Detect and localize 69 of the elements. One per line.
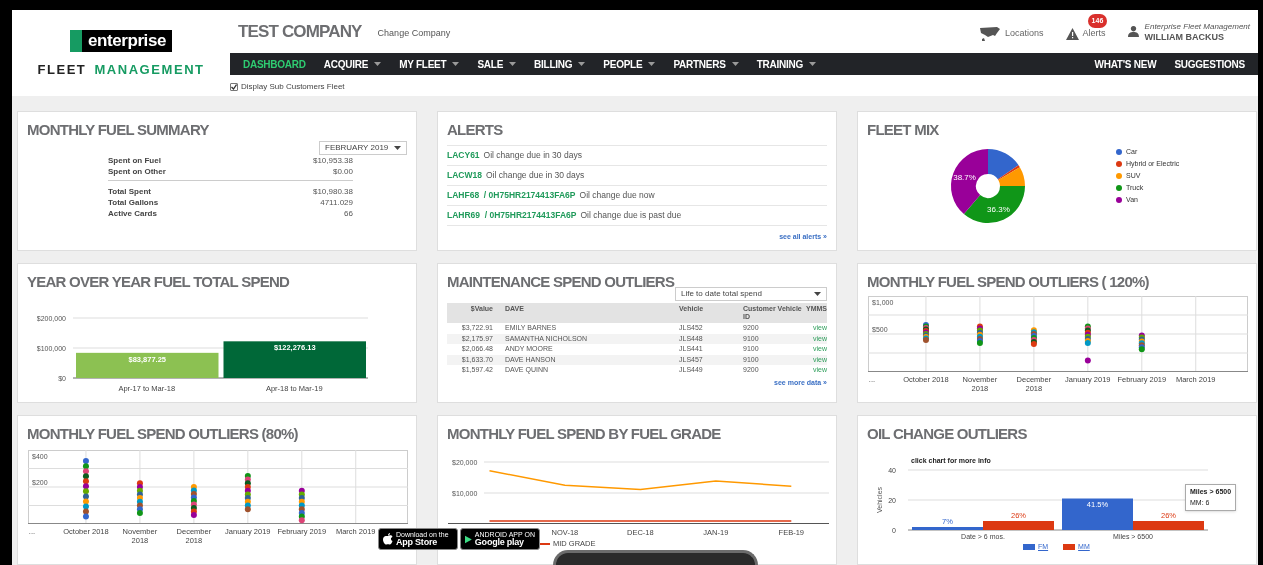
card-title: ALERTS — [447, 121, 504, 139]
summary-label: Total Spent — [108, 186, 151, 197]
alert-message: Oil change due is past due — [580, 209, 682, 222]
slice-label: 36.3% — [987, 204, 1010, 214]
apple-logo-icon — [383, 533, 393, 545]
summary-value: 66 — [344, 208, 353, 219]
caret-icon[interactable] — [394, 146, 401, 150]
caret-icon[interactable] — [814, 292, 821, 296]
caret-icon[interactable] — [374, 62, 382, 66]
nav-tab[interactable]: ACQUIRE — [314, 53, 391, 75]
map-icon[interactable] — [979, 25, 1002, 42]
change-company-link[interactable]: Change Company — [377, 26, 451, 41]
caret-icon[interactable] — [731, 62, 739, 66]
legend-line-icon — [540, 541, 550, 546]
logo-wordmark: MANAGEMENT — [94, 61, 205, 79]
nav-tab[interactable]: SALE — [468, 53, 526, 75]
card-title: YEAR OVER YEAR FUEL TOTAL SPEND — [27, 273, 291, 291]
user-name[interactable]: WILLIAM BACKUS — [1144, 31, 1250, 42]
card-title: MONTHLY FUEL SPEND OUTLIERS ( 120%) — [867, 273, 1150, 291]
alert-message: Oil change due in 30 days — [483, 149, 582, 162]
nav-tab[interactable]: DASHBOARD — [234, 53, 315, 75]
caret-icon[interactable] — [809, 62, 816, 66]
summary-label: Spent on Other — [108, 166, 166, 177]
warning-icon[interactable] — [1065, 27, 1079, 40]
checkbox[interactable] — [230, 83, 238, 91]
user-organization: Enterprise Fleet Management — [1144, 21, 1250, 32]
nav-tab[interactable]: PARTNERS — [664, 53, 748, 75]
summary-value: $10,980.38 — [312, 186, 353, 197]
badge-title: App Store — [396, 538, 438, 547]
badge-title: Google play — [474, 538, 525, 547]
checkbox-label: Display Sub Customers Fleet — [241, 81, 345, 93]
dropdown[interactable]: FEBRUARY 2019 — [319, 141, 407, 155]
caret-icon[interactable] — [578, 62, 586, 66]
card-title: OIL CHANGE OUTLIERS — [867, 425, 1028, 443]
alert-message: Oil change due now — [579, 189, 655, 202]
card-title: MONTHLY FUEL SPEND OUTLIERS (80%) — [27, 425, 299, 443]
summary-value: 4711.029 — [320, 197, 353, 208]
caret-icon[interactable] — [452, 62, 460, 66]
alert-message: Oil change due in 30 days — [485, 169, 585, 182]
vehicle-link[interactable]: LAHF68 / 0H75HR2174413FA6P — [447, 189, 576, 202]
card-title: MONTHLY FUEL SUMMARY — [27, 121, 210, 139]
caret-icon[interactable] — [648, 62, 656, 66]
card-title: MONTHLY FUEL SPEND BY FUEL GRADE — [447, 425, 722, 443]
summary-value: $10,953.38 — [312, 155, 353, 166]
nav-link[interactable]: SUGGESTIONS — [1165, 56, 1254, 72]
user-icon — [1127, 26, 1139, 37]
nav-tab[interactable]: TRAINING — [747, 53, 825, 75]
slice-label: 38.7% — [953, 173, 976, 183]
vehicle-link[interactable]: LAHR69 / 0H75HR2174413FA6P — [447, 209, 577, 222]
nav-tab[interactable]: PEOPLE — [594, 53, 665, 75]
dropdown[interactable]: Life to date total spend — [675, 287, 827, 301]
summary-label: Active Cards — [108, 208, 157, 219]
card-title: FLEET MIX — [867, 121, 940, 139]
summary-value: $0.00 — [332, 166, 353, 177]
caret-icon[interactable] — [509, 62, 517, 66]
top-link[interactable]: Alerts — [1082, 26, 1106, 41]
company-name: TEST COMPANY — [238, 20, 362, 43]
vehicle-link[interactable]: LACY61 — [447, 149, 480, 162]
top-link[interactable]: Locations — [1005, 26, 1044, 41]
play-triangle-icon — [465, 533, 472, 545]
nav-tab[interactable]: BILLING — [525, 53, 595, 75]
summary-label: Spent on Fuel — [108, 155, 161, 166]
logo-wordmark: FLEET — [37, 61, 87, 79]
card-title: MAINTENANCE SPEND OUTLIERS — [447, 273, 676, 291]
vehicle-link[interactable]: LACW18 — [447, 169, 482, 182]
brand-logo: enterprise — [70, 30, 172, 52]
summary-label: Total Gallons — [108, 197, 159, 208]
nav-link[interactable]: WHAT'S NEW — [1085, 56, 1166, 72]
nav-tab[interactable]: MY FLEET — [390, 53, 469, 75]
